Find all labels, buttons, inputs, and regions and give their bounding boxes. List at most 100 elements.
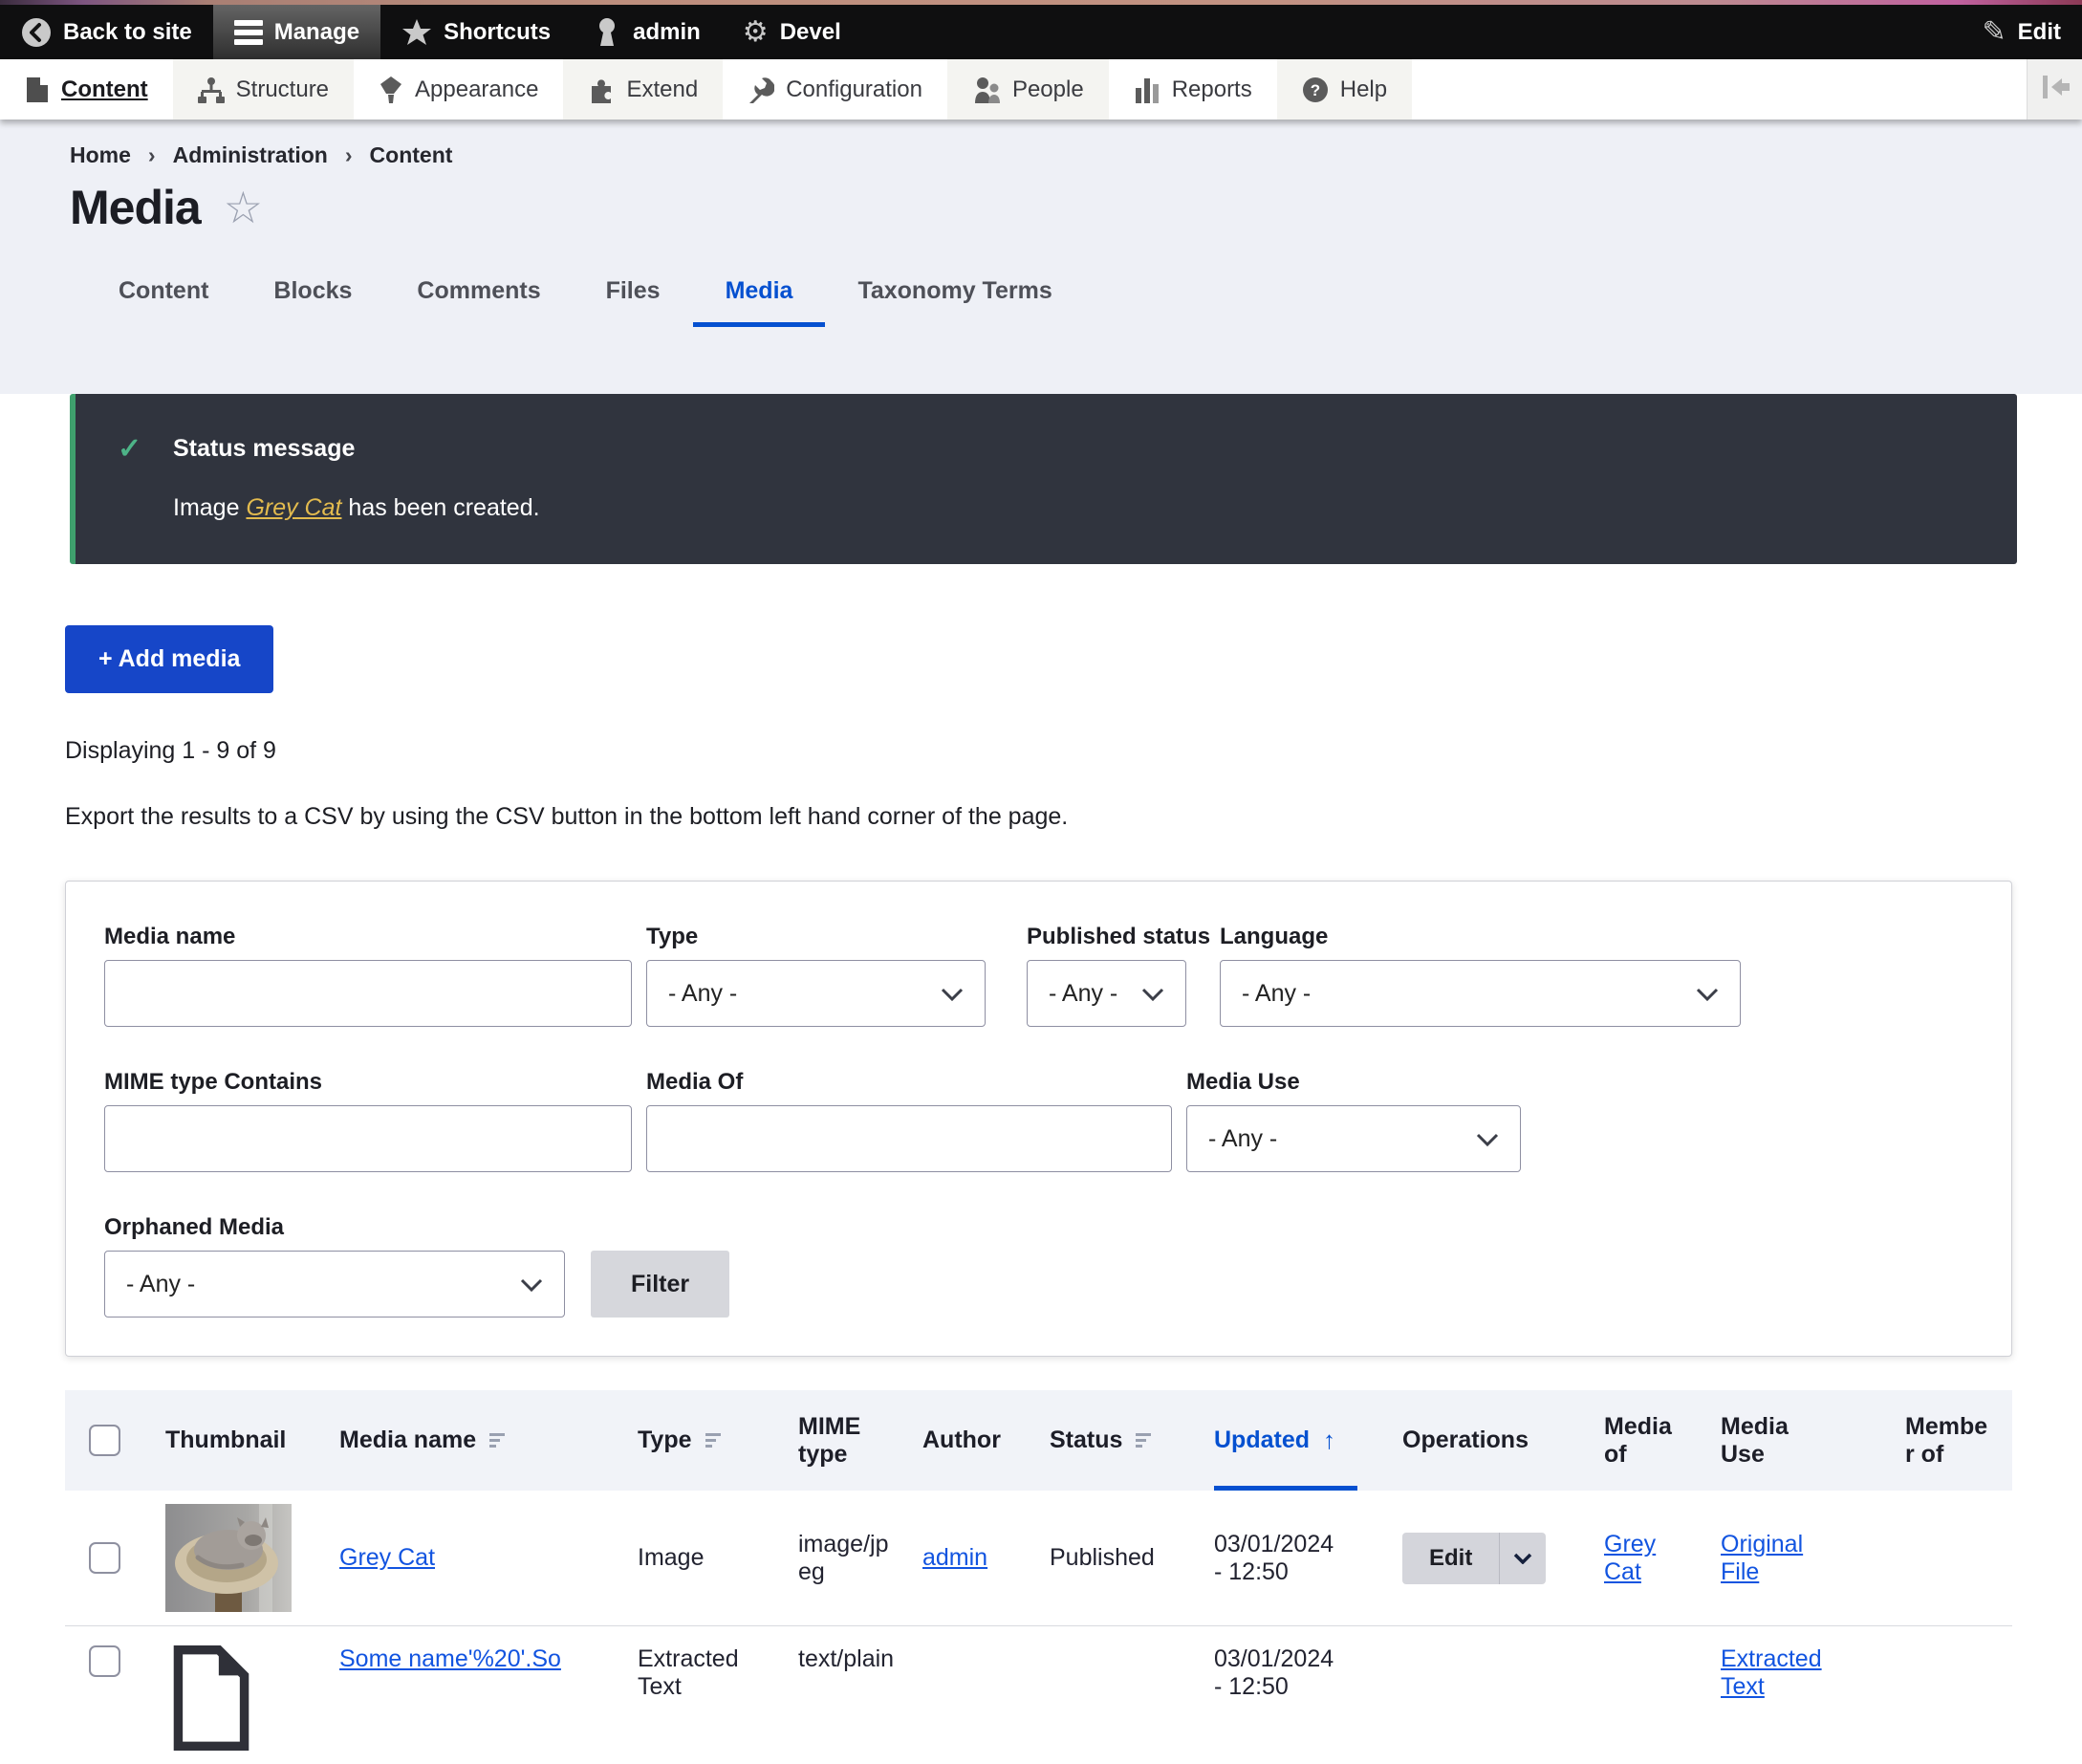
status-message: ✓ Status message Image Grey Cat has been… [70,394,2017,564]
toolbar-content-label: Content [61,76,148,103]
header-status[interactable]: Status [1050,1426,1122,1454]
row-checkbox[interactable] [89,1542,120,1574]
row-checkbox[interactable] [89,1645,120,1677]
back-to-site-button[interactable]: Back to site [0,5,213,59]
tab-blocks[interactable]: Blocks [241,264,384,327]
shortcuts-button[interactable]: Shortcuts [380,5,572,59]
media-use-select[interactable]: - Any - [1186,1105,1521,1172]
favorite-star-icon[interactable]: ☆ [224,182,263,233]
sort-icon[interactable] [705,1432,723,1448]
operations-dropdown-toggle[interactable] [1500,1533,1546,1584]
bar-chart-icon [1134,76,1160,103]
toolbar-item-content[interactable]: Content [0,59,173,120]
user-icon [593,17,621,48]
orphaned-media-select[interactable]: - Any - [104,1251,565,1318]
devel-button[interactable]: ⚙ Devel [722,5,862,59]
toolbar-item-extend[interactable]: Extend [563,59,723,120]
published-status-label: Published status [1027,924,1186,950]
toolbar-orientation-toggle[interactable] [2027,59,2082,120]
mime-type-contains-label: MIME type Contains [104,1069,632,1096]
mime-type-contains-input[interactable] [104,1105,632,1172]
type-select[interactable]: - Any - [646,960,986,1027]
author-link[interactable]: admin [922,1544,987,1571]
status-message-title: Status message [173,435,355,463]
gear-icon: ⚙ [743,18,769,47]
chevron-down-icon [520,1271,543,1298]
hamburger-icon [234,16,263,49]
media-name-link[interactable]: Grey Cat [339,1544,435,1571]
status-text-prefix: Image [173,494,246,521]
media-name-link[interactable]: Some name'%20'.So [339,1645,561,1672]
header-thumbnail: Thumbnail [165,1426,339,1454]
breadcrumb-content[interactable]: Content [370,142,453,168]
header-media-use: Media Use [1721,1413,1905,1469]
tab-files[interactable]: Files [574,264,693,327]
toolbar-item-reports[interactable]: Reports [1109,59,1277,120]
tab-comments[interactable]: Comments [384,264,573,327]
grey-cat-thumbnail[interactable] [165,1504,292,1612]
admin-toolbar: Back to site Manage Shortcuts admin ⚙ De… [0,5,2082,59]
back-arrow-icon [21,17,52,48]
header-type[interactable]: Type [638,1426,692,1454]
media-updated: 03/01/2024 - 12:50 [1214,1531,1402,1586]
header-media-name[interactable]: Media name [339,1426,476,1454]
manage-menu-button[interactable]: Manage [213,5,380,59]
status-message-text: Image Grey Cat has been created. [173,494,1979,522]
media-updated: 03/01/2024 - 12:50 [1214,1645,1402,1701]
published-status-select[interactable]: - Any - [1027,960,1186,1027]
media-of-link[interactable]: Grey Cat [1604,1531,1656,1585]
document-thumbnail-icon[interactable] [165,1645,316,1751]
wrench-icon [748,76,774,103]
media-of-label: Media Of [646,1069,1172,1096]
toolbar-reports-label: Reports [1172,76,1252,103]
sort-icon[interactable] [489,1432,507,1448]
media-status: Published [1050,1544,1214,1572]
media-of-input[interactable] [646,1105,1172,1172]
breadcrumb-home[interactable]: Home [70,142,131,168]
paintbrush-icon [379,76,403,103]
filter-submit-button[interactable]: Filter [591,1251,729,1318]
admin-user-button[interactable]: admin [572,5,722,59]
toolbar-item-people[interactable]: People [947,59,1109,120]
toolbar-configuration-label: Configuration [786,76,922,103]
collapse-left-icon [2039,75,2071,104]
select-all-checkbox[interactable] [89,1425,120,1456]
breadcrumb-administration[interactable]: Administration [173,142,328,168]
status-grey-cat-link[interactable]: Grey Cat [246,494,341,521]
breadcrumb: Home › Administration › Content [0,120,2082,168]
sort-icon[interactable] [1136,1432,1153,1448]
edit-mode-label: Edit [2018,19,2061,46]
chevron-down-icon [941,980,964,1008]
language-select[interactable]: - Any - [1220,960,1741,1027]
edit-button-label[interactable]: Edit [1402,1533,1499,1584]
active-sort-underline [1214,1486,1357,1491]
add-media-button[interactable]: + Add media [65,625,273,693]
filter-panel: Media name Type - Any - Published status… [65,881,2012,1357]
toolbar-item-configuration[interactable]: Configuration [723,59,947,120]
orphaned-media-select-value: - Any - [126,1271,195,1298]
page-title: Media [70,180,201,235]
media-use-link[interactable]: Extracted Text [1721,1645,1822,1700]
tab-taxonomy-terms[interactable]: Taxonomy Terms [825,264,1084,327]
manage-label: Manage [274,19,359,46]
media-type: Image [638,1544,798,1572]
media-name-input[interactable] [104,960,632,1027]
toolbar-item-structure[interactable]: Structure [173,59,354,120]
orphaned-media-label: Orphaned Media [104,1214,565,1241]
header-operations: Operations [1402,1426,1604,1454]
edit-operations-button[interactable]: Edit [1402,1533,1546,1584]
toolbar-item-help[interactable]: ? Help [1277,59,1412,120]
admin-content-tabs: Content Blocks Comments Files Media Taxo… [0,264,2082,327]
toolbar-help-label: Help [1340,76,1387,103]
people-icon [972,76,1001,103]
header-updated-sort-active[interactable]: Updated ↑ [1214,1390,1402,1491]
edit-mode-button[interactable]: ✎ Edit [1962,5,2082,59]
media-use-link[interactable]: Original File [1721,1531,1803,1585]
tab-media[interactable]: Media [693,264,826,327]
header-author: Author [922,1426,1050,1454]
toolbar-item-appearance[interactable]: Appearance [354,59,563,120]
tab-content[interactable]: Content [86,264,241,327]
help-icon: ? [1302,76,1329,103]
media-mime-type: image/jpeg [798,1531,922,1586]
toolbar-structure-label: Structure [236,76,329,103]
